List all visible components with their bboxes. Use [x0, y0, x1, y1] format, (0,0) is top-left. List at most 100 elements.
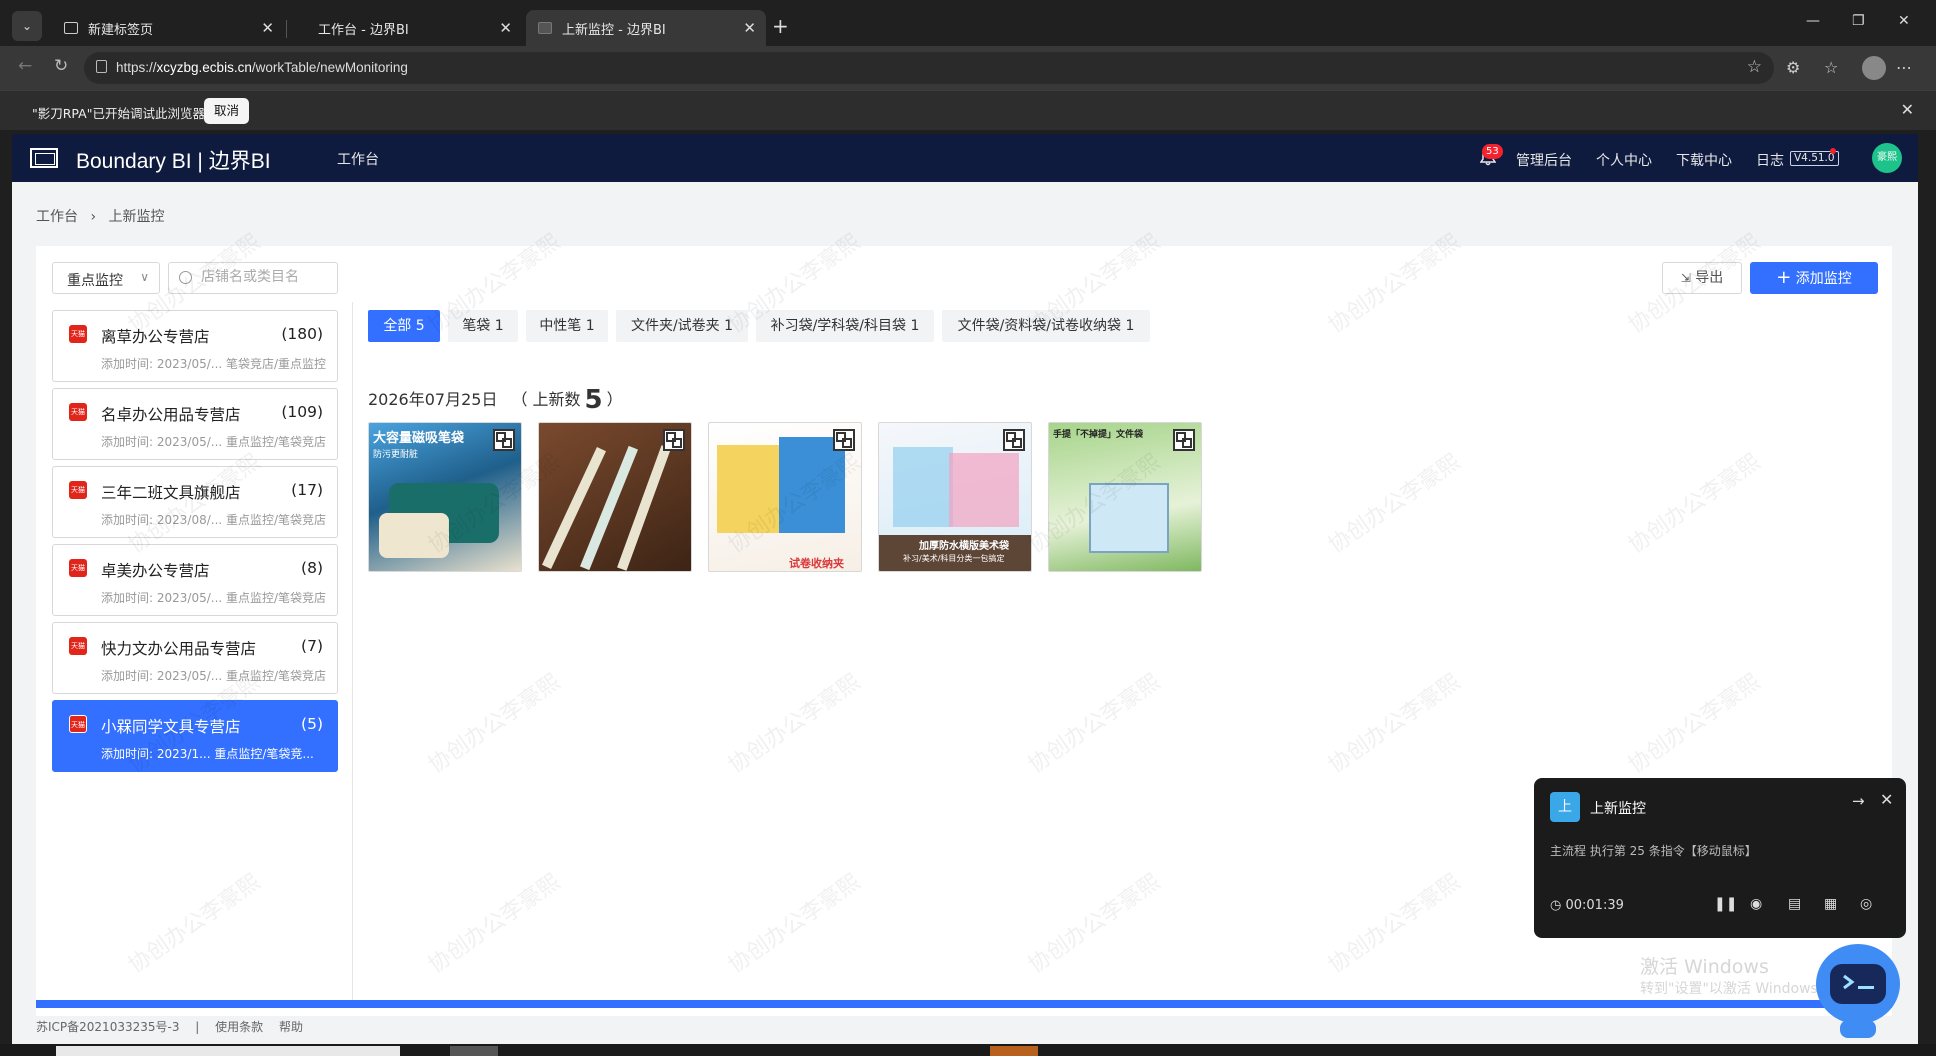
export-button[interactable]: ⇲ 导出 [1662, 262, 1742, 294]
breadcrumb-home[interactable]: 工作台 [36, 209, 78, 225]
tab-new-monitoring[interactable]: 上新监控 - 边界BI ✕ [526, 10, 766, 46]
watermark: 协创办公李豪熙 [1324, 229, 1465, 339]
qrcode-icon[interactable] [833, 429, 855, 451]
infobar-close-icon[interactable]: ✕ [1901, 100, 1914, 119]
rpa-robot-mascot-icon[interactable] [1812, 938, 1904, 1042]
app-header: Boundary BI | 边界BI 工作台 53 管理后台 个人中心 下载中心… [12, 134, 1918, 182]
back-arrow-icon[interactable]: ← [18, 56, 32, 76]
search-input[interactable] [201, 269, 331, 285]
rpa-flow-title: 上新监控 [1590, 801, 1646, 817]
watermark: 协创办公李豪熙 [1024, 869, 1165, 979]
product-thumbnail[interactable] [538, 422, 692, 572]
watermark: 协创办公李豪熙 [424, 869, 565, 979]
nav-log[interactable]: 日志 [1756, 150, 1784, 170]
search-icon [179, 271, 192, 284]
browser-icon[interactable]: ◎ [1860, 896, 1872, 912]
qrcode-icon[interactable] [1173, 429, 1195, 451]
terms-link[interactable]: 使用条款 [215, 1020, 263, 1034]
app-brand: Boundary BI | 边界BI [76, 150, 271, 173]
category-tab[interactable]: 中性笔 1 [526, 310, 608, 342]
minimize-icon[interactable]: — [1806, 13, 1820, 29]
close-icon[interactable]: ✕ [743, 19, 756, 37]
shop-item-selected[interactable]: 天猫 小槑同学文具专营店 (5) 添加时间: 2023/1... 重点监控/笔袋… [52, 700, 338, 772]
nav-workbench[interactable]: 工作台 [337, 149, 379, 169]
icp-number[interactable]: 苏ICP备2021033235号-3 [36, 1020, 179, 1034]
rpa-step-status: 主流程 执行第 25 条指令【移动鼠标】 [1550, 844, 1757, 858]
folder-image [779, 437, 845, 533]
restore-icon[interactable]: ❐ [1852, 13, 1865, 29]
extensions-icon[interactable]: ⚙ [1786, 58, 1800, 77]
watermark: 协创办公李豪熙 [724, 869, 865, 979]
more-menu-icon[interactable]: ⋯ [1896, 58, 1912, 77]
product-thumbnail[interactable]: 大容量磁吸笔袋 防污更耐脏 [368, 422, 522, 572]
product-caption: 加厚防水横版美术袋 [919, 541, 1009, 552]
shop-count: (5) [301, 715, 323, 733]
watermark: 协创办公李豪熙 [1624, 449, 1765, 559]
category-tab[interactable]: 笔袋 1 [448, 310, 518, 342]
window-close-icon[interactable]: ✕ [1898, 13, 1910, 29]
favorites-icon[interactable]: ☆ [1824, 58, 1838, 77]
category-tab[interactable]: 文件夹/试卷夹 1 [616, 310, 748, 342]
chevron-right-icon: › [90, 209, 97, 225]
product-thumbnail[interactable]: 加厚防水横版美术袋 补习/美术/科目分类一包搞定 [878, 422, 1032, 572]
tab-list-button[interactable]: ⌄ [12, 11, 42, 41]
shop-item[interactable]: 天猫 卓美办公专营店 (8) 添加时间: 2023/05/... 重点监控/笔袋… [52, 544, 338, 616]
stop-icon[interactable]: ◉ [1750, 896, 1762, 912]
shop-item[interactable]: 天猫 快力文办公用品专营店 (7) 添加时间: 2023/05/... 重点监控… [52, 622, 338, 694]
monitor-group-select[interactable]: 重点监控 ∨ [52, 262, 160, 294]
category-tab[interactable]: 补习袋/学科袋/科目袋 1 [756, 310, 934, 342]
day-label-close: ） [606, 390, 623, 409]
taskbar-item[interactable] [990, 1046, 1038, 1056]
product-thumbnail[interactable]: 手提「不掉提」文件袋 [1048, 422, 1202, 572]
tab-new-tab[interactable]: 新建标签页 ✕ [52, 10, 284, 46]
shop-count: (8) [301, 559, 323, 577]
qrcode-icon[interactable] [493, 429, 515, 451]
close-icon[interactable]: ✕ [499, 19, 512, 37]
table-icon[interactable]: ▦ [1824, 896, 1837, 912]
product-caption: 大容量磁吸笔袋 [373, 431, 465, 446]
log-file-icon[interactable]: ▤ [1788, 896, 1801, 912]
category-tab[interactable]: 文件袋/资料袋/试卷收纳袋 1 [942, 310, 1150, 342]
shop-name: 快力文办公用品专营店 [101, 640, 257, 658]
browser-toolbar: ← ↻ https://xcyzbg.ecbis.cn/workTable/ne… [0, 46, 1936, 90]
shop-item[interactable]: 天猫 名卓办公用品专营店 (109) 添加时间: 2023/05/... 重点监… [52, 388, 338, 460]
infobar-message: "影刀RPA"已开始调试此浏览器 [32, 106, 205, 121]
nav-download-center[interactable]: 下载中心 [1676, 150, 1732, 170]
horizontal-scrollbar[interactable] [36, 1000, 1892, 1008]
footer-divider: | [195, 1020, 200, 1034]
bag-image [1089, 483, 1169, 553]
bookmark-star-icon[interactable]: ☆ [1747, 57, 1762, 77]
qrcode-icon[interactable] [1003, 429, 1025, 451]
reload-icon[interactable]: ↻ [54, 56, 68, 76]
help-link[interactable]: 帮助 [279, 1020, 303, 1034]
address-bar[interactable]: https://xcyzbg.ecbis.cn/workTable/newMon… [84, 52, 1774, 84]
shop-item[interactable]: 天猫 离草办公专营店 (180) 添加时间: 2023/05/... 笔袋竞店/… [52, 310, 338, 382]
chevron-down-icon: ∨ [140, 270, 149, 284]
shop-item[interactable]: 天猫 三年二班文具旗舰店 (17) 添加时间: 2023/08/... 重点监控… [52, 466, 338, 538]
tab-title: 新建标签页 [88, 22, 154, 38]
arrow-right-icon[interactable]: → [1852, 792, 1865, 810]
category-tab-all[interactable]: 全部 5 [368, 310, 440, 342]
shop-count: (180) [281, 325, 323, 343]
taskbar-item[interactable] [450, 1046, 498, 1056]
new-tab-plus-icon[interactable]: + [772, 14, 789, 38]
close-icon[interactable]: ✕ [261, 19, 274, 37]
nav-personal-center[interactable]: 个人中心 [1596, 150, 1652, 170]
watermark: 协创办公李豪熙 [1324, 869, 1465, 979]
profile-avatar[interactable] [1862, 56, 1886, 80]
shop-name: 三年二班文具旗舰店 [101, 484, 241, 502]
tab-workbench[interactable]: 工作台 - 边界BI ✕ [306, 10, 522, 46]
user-avatar[interactable]: 豪熙 [1872, 143, 1902, 173]
flow-icon: 上 [1550, 792, 1580, 822]
tmall-icon: 天猫 [69, 559, 87, 577]
qrcode-icon[interactable] [663, 429, 685, 451]
close-icon[interactable]: ✕ [1880, 790, 1893, 809]
rpa-run-popup: 上 上新监控 → ✕ 主流程 执行第 25 条指令【移动鼠标】 ◷ 00:01:… [1534, 778, 1906, 938]
taskbar-item[interactable] [56, 1046, 400, 1056]
product-thumbnail[interactable]: 试卷收纳夹 [708, 422, 862, 572]
bag-image [949, 453, 1019, 527]
pause-icon[interactable]: ❚❚ [1714, 896, 1737, 912]
nav-admin[interactable]: 管理后台 [1516, 150, 1572, 170]
infobar-cancel-button[interactable]: 取消 [204, 98, 250, 124]
add-monitor-button[interactable]: + 添加监控 [1750, 262, 1878, 294]
